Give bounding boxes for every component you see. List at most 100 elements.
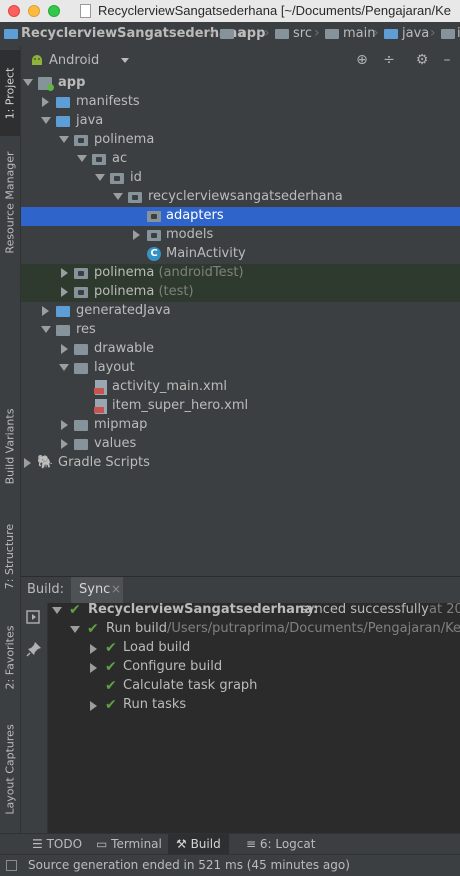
expand-arrow-icon[interactable] [90, 644, 97, 654]
breadcrumb-separator: › [314, 25, 320, 41]
expand-arrow-icon[interactable] [41, 326, 51, 333]
tree-item-drawable[interactable]: drawable [21, 340, 460, 359]
bottom-tool-tabs: ☰ TODO ▭ Terminal ⚒ Build ≡ 6: Logcat [0, 833, 460, 855]
build-line-configure-build[interactable]: ✔ Configure build [48, 658, 460, 677]
expand-arrow-icon[interactable] [113, 193, 123, 200]
tree-item-ac[interactable]: ac [21, 150, 460, 169]
tab-todo[interactable]: ☰ TODO [28, 834, 86, 855]
tree-item-label: activity_main.xml [112, 379, 228, 394]
tree-item-label: adapters [166, 208, 224, 223]
expand-arrow-icon[interactable] [90, 663, 97, 673]
expand-arrow-icon[interactable] [70, 626, 80, 633]
build-line-run-tasks[interactable]: ✔ Run tasks [48, 696, 460, 715]
tree-item-mipmap[interactable]: mipmap [21, 416, 460, 435]
tree-item-layout[interactable]: layout [21, 359, 460, 378]
chevron-down-icon[interactable] [121, 58, 129, 63]
tab-logcat[interactable]: ≡ 6: Logcat [242, 834, 319, 855]
tree-item-generated-java[interactable]: generatedJava [21, 302, 460, 321]
expand-arrow-icon[interactable] [42, 306, 49, 316]
expand-arrow-icon[interactable] [42, 97, 49, 107]
tree-item-java[interactable]: java [21, 112, 460, 131]
java-folder-icon [384, 29, 398, 39]
gear-icon[interactable]: ⚙ [414, 52, 430, 68]
project-folder-icon [4, 29, 18, 39]
expand-arrow-icon[interactable] [77, 155, 87, 162]
tab-structure-label: 7: Structure [3, 523, 17, 589]
tab-build-variants-label: Build Variants [3, 408, 17, 484]
collapse-all-icon[interactable]: ÷ [381, 52, 397, 68]
folder-icon [74, 439, 88, 450]
tree-item-manifests[interactable]: manifests [21, 93, 460, 112]
expand-arrow-icon[interactable] [59, 136, 69, 143]
tab-terminal[interactable]: ▭ Terminal [92, 834, 166, 855]
tree-item-polinema-test[interactable]: polinema (test) [21, 283, 460, 302]
expand-arrow-icon[interactable] [52, 607, 62, 614]
breadcrumb-src[interactable]: src [293, 26, 312, 41]
tab-project[interactable]: 1: Project [0, 50, 20, 136]
tree-item-main-activity[interactable]: C MainActivity [21, 245, 460, 264]
tab-resource-manager-label: Resource Manager [3, 150, 17, 254]
expand-arrow-icon[interactable] [61, 420, 68, 430]
expand-arrow-icon[interactable] [90, 701, 97, 711]
tree-item-app[interactable]: app [21, 74, 460, 93]
locate-icon[interactable]: ⊕ [354, 52, 370, 68]
pin-icon[interactable] [26, 641, 42, 657]
tree-item-models[interactable]: models [21, 226, 460, 245]
expand-arrow-icon[interactable] [61, 268, 68, 278]
status-toggle-icon[interactable] [6, 860, 17, 871]
folder-icon [74, 363, 88, 374]
xml-file-icon [94, 399, 107, 414]
breadcrumb-app[interactable]: app [238, 26, 265, 41]
tab-structure[interactable]: 7: Structure [0, 514, 20, 598]
tab-build-variants[interactable]: Build Variants [0, 396, 20, 496]
expand-arrow-icon[interactable] [61, 344, 68, 354]
expand-arrow-icon[interactable] [61, 439, 68, 449]
tree-item-id[interactable]: id [21, 169, 460, 188]
package-icon [128, 192, 142, 203]
project-view-selector[interactable]: Android [49, 53, 99, 68]
build-line-load-build[interactable]: ✔ Load build [48, 639, 460, 658]
build-load-label: Load build [123, 640, 191, 655]
package-icon [147, 230, 161, 241]
tab-layout-captures[interactable]: Layout Captures [0, 716, 20, 822]
breadcrumb-separator: › [430, 25, 436, 41]
expand-arrow-icon[interactable] [41, 117, 51, 124]
tree-item-res[interactable]: res [21, 321, 460, 340]
build-line-project[interactable]: ✔ RecyclerviewSangatsederhana: synced su… [48, 603, 460, 620]
check-icon: ✔ [105, 697, 117, 713]
tree-item-recyclerview-package[interactable]: recyclerviewsangatsederhana [21, 188, 460, 207]
build-side-toolbar [21, 603, 48, 833]
expand-arrow-icon[interactable] [59, 364, 69, 371]
close-icon[interactable]: × [111, 582, 121, 596]
expand-arrow-icon[interactable] [23, 79, 33, 86]
expand-arrow-icon[interactable] [95, 174, 105, 181]
build-line-calculate-graph[interactable]: ✔ Calculate task graph [48, 677, 460, 696]
src-folder-icon [275, 29, 289, 39]
expand-arrow-icon[interactable] [133, 230, 140, 240]
tree-item-gradle-scripts[interactable]: 🐘 Gradle Scripts [21, 454, 460, 473]
tab-resource-manager[interactable]: Resource Manager [0, 142, 20, 262]
breadcrumb-main[interactable]: main [343, 26, 375, 41]
tree-item-activity-main-xml[interactable]: activity_main.xml [21, 378, 460, 397]
folder-icon [74, 420, 88, 431]
tab-build[interactable]: ⚒ Build [168, 834, 229, 855]
tree-item-adapters[interactable]: adapters [21, 207, 460, 226]
minimize-window-button[interactable] [28, 5, 40, 17]
package-icon [92, 154, 106, 165]
close-window-button[interactable] [8, 5, 20, 17]
expand-arrow-icon[interactable] [61, 287, 68, 297]
tab-favorites[interactable]: 2: Favorites [0, 614, 20, 700]
breadcrumb-java[interactable]: java [402, 26, 429, 41]
tab-sync[interactable]: Sync × [71, 577, 123, 603]
tree-item-item-super-hero-xml[interactable]: item_super_hero.xml [21, 397, 460, 416]
restart-sync-icon[interactable] [26, 609, 42, 625]
class-icon: C [147, 247, 161, 261]
hide-panel-icon[interactable]: – [439, 52, 455, 68]
tree-item-polinema-android-test[interactable]: polinema (androidTest) [21, 264, 460, 283]
build-line-run-build[interactable]: ✔ Run build /Users/putraprima/Documents/… [48, 620, 460, 639]
tree-item-polinema[interactable]: polinema [21, 131, 460, 150]
expand-arrow-icon[interactable] [24, 458, 31, 468]
tree-item-values[interactable]: values [21, 435, 460, 454]
zoom-window-button[interactable] [48, 5, 60, 17]
project-toolbar: Android ⊕ ÷ ⚙ – [21, 46, 460, 75]
